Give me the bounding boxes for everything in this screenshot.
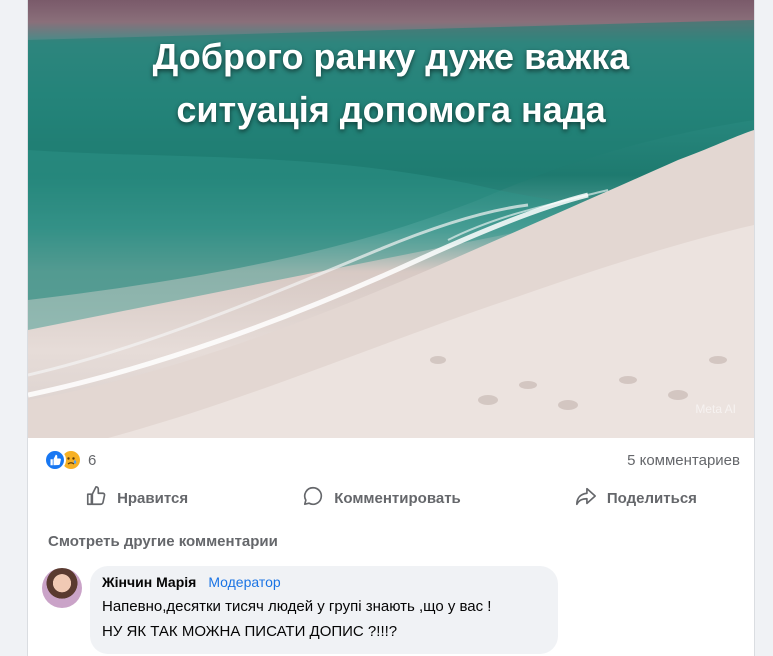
comment-item: Жінчин Марія Модератор Напевно,десятки т… (42, 566, 558, 654)
reaction-summary[interactable]: 6 (44, 448, 96, 472)
comment-button-label: Комментировать (334, 489, 461, 507)
comment-text: Напевно,десятки тисяч людей у групі знаю… (102, 594, 544, 644)
comment-text-line2: НУ ЯК ТАК МОЖНА ПИСАТИ ДОПИС ?!!!? (102, 623, 398, 640)
image-caption: Доброго ранку дуже важка ситуація допомо… (28, 30, 754, 136)
share-arrow-icon (575, 485, 597, 511)
thumbs-up-icon (85, 485, 107, 511)
comment-bubble-icon (302, 485, 324, 511)
like-button-label: Нравится (117, 489, 189, 507)
like-reaction-icon (44, 449, 66, 471)
post-image[interactable]: Доброго ранку дуже важка ситуація допомо… (28, 0, 754, 438)
comment-text-line1: Напевно,десятки тисяч людей у групі знаю… (102, 598, 492, 615)
comment-bubble: Жінчин Марія Модератор Напевно,десятки т… (90, 566, 558, 654)
like-button[interactable]: Нравится (71, 479, 202, 517)
image-caption-line1: Доброго ранку дуже важка (152, 36, 630, 77)
post-card: Доброго ранку дуже важка ситуація допомо… (27, 0, 755, 656)
comment-count-link[interactable]: 5 комментариев (627, 452, 740, 469)
share-button[interactable]: Поделиться (561, 479, 711, 517)
comment-header: Жінчин Марія Модератор (102, 574, 544, 590)
share-button-label: Поделиться (606, 489, 697, 507)
comment-button[interactable]: Комментировать (288, 479, 475, 517)
see-more-comments-link[interactable]: Смотреть другие комментарии (48, 533, 278, 550)
meta-ai-watermark: Meta AI (695, 402, 736, 416)
moderator-badge: Модератор (208, 574, 281, 590)
action-bar: Нравится Комментировать Поделиться (28, 478, 754, 518)
image-caption-line2: ситуація допомога нада (176, 89, 606, 130)
comment-author[interactable]: Жінчин Марія (102, 574, 196, 590)
avatar[interactable] (42, 568, 82, 608)
reaction-count: 6 (88, 451, 97, 469)
